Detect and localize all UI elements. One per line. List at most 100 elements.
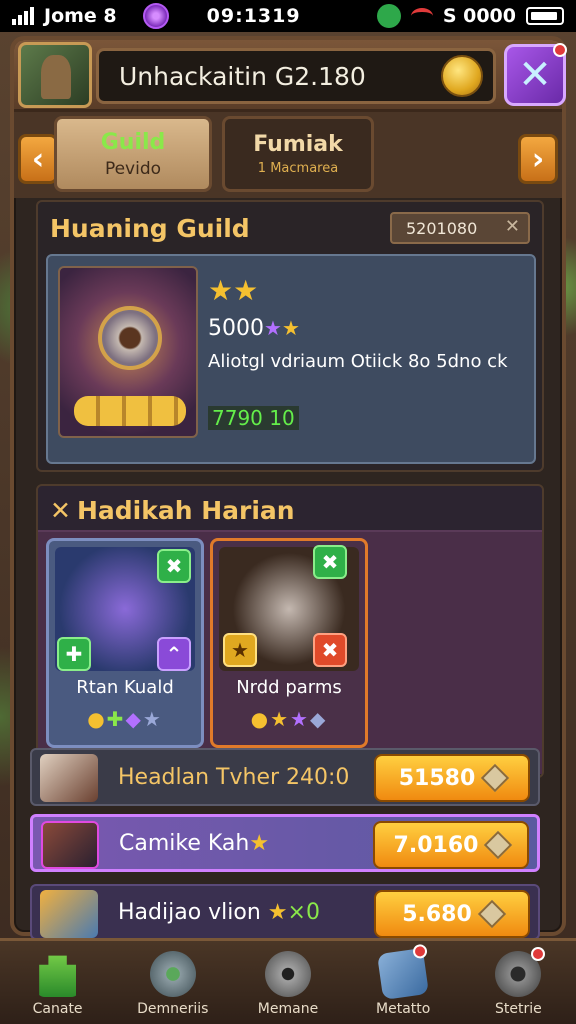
gold-star-icon: ★ <box>270 707 291 731</box>
item-label-wrap: Camike Kah★ <box>119 831 269 856</box>
price-label: 7.0160 <box>393 832 479 858</box>
tab-label: Fumiak <box>253 132 343 157</box>
tab-bar: ‹ Guild Pevido Fumiak 1 Macmarea › <box>14 112 562 198</box>
signal-icon <box>12 7 34 25</box>
panel-header: Unhackaitin G2.180 ✕ <box>14 40 567 112</box>
buy-button[interactable]: 7.0160 <box>373 821 529 869</box>
upgrade-icon: ✖ <box>157 549 191 583</box>
guild-emblem-image <box>58 266 198 438</box>
reward-icons: ●★★◆ <box>213 707 365 731</box>
rewards-panel: ✖ ✚ ⌃ Rtan Kuald ●✚◆★ ✖ ★ ✖ Nrdd parms ●… <box>38 530 542 774</box>
notification-dot <box>531 947 546 961</box>
sparkle-icon: ✕ <box>50 496 71 525</box>
notification-orb-icon <box>142 3 169 29</box>
reward-card[interactable]: ✖ ✚ ⌃ Rtan Kuald ●✚◆★ <box>46 538 204 748</box>
panel-title: Unhackaitin G2.180 <box>119 61 366 91</box>
map-icon <box>377 943 430 1000</box>
item-label: Camike Kah <box>119 830 250 856</box>
section-title-row: ✕ Hadikah Harian <box>50 496 295 525</box>
status-bar: Jome 8 09:1319 S 0000 <box>0 0 576 32</box>
nav-item-metatto[interactable]: Metatto <box>346 941 461 1024</box>
star-icon: ★ <box>249 830 270 856</box>
notification-dot <box>412 943 429 960</box>
star-icon: ★ <box>267 899 288 925</box>
upgrade-icon: ✖ <box>313 545 347 579</box>
item-thumbnail <box>41 821 99 869</box>
tab-sublabel: Pevido <box>104 158 162 179</box>
item-thumbnail <box>40 754 98 802</box>
guild-description: Aliotgl vdriaum Otiick 8o 5dno ck <box>208 351 508 372</box>
guild-search-pill[interactable]: 5201080 ✕ <box>390 212 530 244</box>
item-label: Headlan Tvher 240:0 <box>118 764 350 790</box>
herb-icon: ✚ <box>106 707 126 731</box>
carrier-label: Jome 8 <box>44 5 117 27</box>
guild-card[interactable]: ★★ 5000★★ Aliotgl vdriaum Otiick 8o 5dno… <box>46 254 536 464</box>
tab-fumiak[interactable]: Fumiak 1 Macmarea <box>222 116 374 192</box>
gold-star-icon: ★ <box>281 316 300 340</box>
next-tab-button[interactable]: › <box>518 134 558 184</box>
gold-coins-icon <box>74 396 186 426</box>
player-avatar[interactable] <box>18 42 92 108</box>
nav-label: Metatto <box>376 1001 431 1017</box>
nav-label: Stetrie <box>495 1001 542 1017</box>
status-right-text: S 0000 <box>442 5 516 27</box>
gem-icon <box>481 763 510 793</box>
buy-button[interactable]: 5.680 <box>374 890 530 938</box>
section-title: Hadikah Harian <box>76 496 295 525</box>
nav-item-canate[interactable]: Canate <box>0 941 115 1024</box>
price-label: 5.680 <box>402 901 472 927</box>
tab-label: Guild <box>100 129 166 155</box>
coin-icon: ● <box>250 707 271 731</box>
tab-guild[interactable]: Guild Pevido <box>54 116 212 192</box>
clock: 09:1319 <box>206 5 301 27</box>
gem-icon <box>484 830 513 860</box>
guild-value-number: 5000 <box>208 316 264 341</box>
gem-icon: ◆ <box>309 707 328 731</box>
gem-icon <box>477 899 506 929</box>
gear-icon <box>495 947 546 997</box>
list-item[interactable]: Headlan Tvher 240:0 51580 <box>30 748 540 806</box>
item-label-wrap: Hadijao vlion ★×0 <box>118 900 320 925</box>
compass-icon <box>149 951 196 997</box>
reward-name: Nrdd parms <box>236 677 342 698</box>
list-item[interactable]: Hadijao vlion ★×0 5.680 <box>30 884 540 940</box>
wifi-icon <box>410 8 433 24</box>
nav-label: Canate <box>32 1001 83 1017</box>
purple-star-icon: ★ <box>290 707 310 731</box>
notification-dot <box>553 43 567 57</box>
close-button[interactable]: ✕ <box>504 43 567 106</box>
nav-item-stetrie[interactable]: Stetrie <box>461 941 576 1024</box>
section-title: Huaning Guild <box>50 214 250 243</box>
app-status-icon <box>376 4 401 28</box>
heal-icon: ✚ <box>57 637 91 671</box>
nav-item-demneriis[interactable]: Demneriis <box>115 941 230 1024</box>
tab-sublabel: 1 Macmarea <box>257 161 339 176</box>
buy-button[interactable]: 51580 <box>374 754 530 802</box>
battery-icon <box>526 7 564 25</box>
nav-label: Memane <box>257 1001 319 1017</box>
clear-icon[interactable]: ✕ <box>505 216 520 237</box>
coin-icon: ● <box>87 707 107 731</box>
reward-icons: ●✚◆★ <box>49 707 201 731</box>
panel-title-box: Unhackaitin G2.180 <box>96 48 496 104</box>
coin-icon <box>441 55 483 97</box>
pill-value: 5201080 <box>406 218 478 238</box>
guild-green-value: 7790 10 <box>208 406 299 430</box>
castle-icon <box>39 955 76 997</box>
daily-rewards-section: ✕ Hadikah Harian ✖ ✚ ⌃ Rtan Kuald ●✚◆★ ✖ … <box>36 484 544 778</box>
list-item[interactable]: Camike Kah★ 7.0160 <box>30 814 540 872</box>
reward-card[interactable]: ✖ ★ ✖ Nrdd parms ●★★◆ <box>210 538 368 748</box>
guild-value: 5000★★ <box>208 316 300 341</box>
chevron-right-icon: › <box>531 141 545 177</box>
close-icon: ✕ <box>518 52 552 98</box>
star-badge-icon: ★ <box>223 633 257 667</box>
bottom-nav: Canate Demneriis Memane Metatto Stetrie <box>0 938 576 1024</box>
remove-icon: ✖ <box>313 633 347 667</box>
shield-icon <box>265 951 311 997</box>
star-icon: ★ <box>142 707 163 731</box>
crystal-icon: ◆ <box>125 707 143 731</box>
prev-tab-button[interactable]: ‹ <box>18 134 58 184</box>
nav-label: Demneriis <box>137 1001 209 1017</box>
nav-item-memane[interactable]: Memane <box>230 941 345 1024</box>
guild-stars: ★★ <box>208 274 259 307</box>
